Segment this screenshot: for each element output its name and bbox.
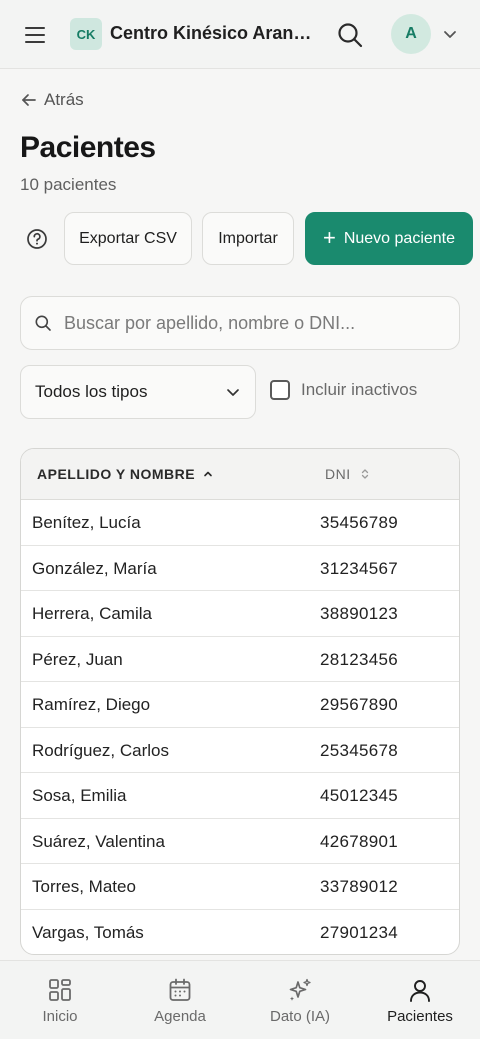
nav-label: Dato (IA) [269, 1008, 330, 1025]
bottom-navigation: Inicio Agenda Dato (IA) Pacientes [0, 960, 480, 1039]
patient-dni: 38890123 [320, 604, 399, 623]
user-avatar[interactable]: A [391, 14, 431, 54]
table-row[interactable]: Ramírez, Diego 29567890 [21, 682, 459, 728]
include-inactive-label: Incluir inactivos [301, 380, 418, 399]
calendar-icon [169, 978, 191, 1001]
table-row[interactable]: Suárez, Valentina 42678901 [21, 819, 459, 864]
back-link[interactable]: Atrás [20, 90, 84, 110]
nav-item-pacientes[interactable]: Pacientes [360, 961, 480, 1039]
import-button[interactable]: Importar [202, 212, 294, 265]
include-inactive-toggle[interactable]: Incluir inactivos [270, 380, 417, 400]
table-row[interactable]: Herrera, Camila 38890123 [21, 591, 459, 637]
patient-name: Herrera, Camila [32, 604, 152, 623]
nav-label: Agenda [154, 1008, 206, 1025]
table-row[interactable]: Vargas, Tomás 27901234 [21, 910, 459, 955]
export-csv-button[interactable]: Exportar CSV [64, 212, 192, 265]
patient-name: Torres, Mateo [32, 877, 136, 896]
search-box[interactable] [20, 296, 460, 350]
patient-dni: 27901234 [320, 922, 399, 942]
search-icon [35, 315, 51, 331]
help-icon[interactable] [26, 228, 48, 250]
sort-ascending-icon [204, 471, 212, 477]
grid-icon [49, 979, 71, 1001]
chevron-down-icon [227, 389, 239, 396]
table-row[interactable]: Sosa, Emilia 45012345 [21, 773, 459, 819]
chevron-down-icon[interactable] [440, 24, 460, 44]
patient-dni: 42678901 [320, 831, 399, 851]
nav-label: Inicio [42, 1008, 78, 1025]
patient-name: Vargas, Tomás [32, 922, 144, 942]
column-header-dni[interactable]: DNI [325, 466, 371, 482]
nav-item-dato-ia[interactable]: Dato (IA) [240, 961, 360, 1039]
column-header-dni-label: DNI [325, 466, 351, 482]
sort-icon [361, 469, 368, 479]
table-row[interactable]: Pérez, Juan 28123456 [21, 637, 459, 682]
hamburger-menu-icon[interactable] [18, 20, 54, 50]
plus-icon: + [322, 224, 336, 250]
patient-count: 10 pacientes [20, 175, 117, 194]
patient-dni: 31234567 [320, 558, 399, 578]
patient-name: Sosa, Emilia [32, 786, 127, 805]
patients-table: APELLIDO Y NOMBRE DNI Benítez, Lucía 3545… [20, 448, 460, 955]
clinic-logo: CK [70, 18, 102, 50]
table-row[interactable]: Rodríguez, Carlos 25345678 [21, 728, 459, 773]
patient-dni: 45012345 [320, 786, 399, 805]
new-patient-label: Nuevo paciente [343, 229, 456, 247]
include-inactive-checkbox[interactable] [270, 380, 290, 400]
patient-name: Suárez, Valentina [32, 831, 165, 851]
patient-name: Benítez, Lucía [32, 513, 141, 532]
table-row[interactable]: González, María 31234567 [21, 546, 459, 591]
new-patient-button[interactable]: + Nuevo paciente [305, 212, 473, 265]
type-filter-select[interactable]: Todos los tipos [20, 365, 256, 419]
top-app-bar: CK Centro Kinésico Aranguren A [0, 0, 480, 69]
patient-name: Ramírez, Diego [32, 695, 151, 714]
user-icon [410, 980, 430, 1002]
table-row[interactable]: Benítez, Lucía 35456789 [21, 500, 459, 546]
search-icon[interactable] [334, 19, 366, 51]
patient-dni: 28123456 [320, 649, 399, 669]
type-filter-value: Todos los tipos [35, 382, 148, 401]
table-header: APELLIDO Y NOMBRE DNI [21, 449, 459, 500]
nav-label: Pacientes [387, 1008, 453, 1025]
table-body: Benítez, Lucía 35456789 González, María 31… [21, 500, 459, 955]
patient-name: Pérez, Juan [32, 649, 123, 669]
nav-item-agenda[interactable]: Agenda [120, 961, 240, 1039]
patient-dni: 25345678 [320, 740, 399, 760]
search-input[interactable] [64, 312, 434, 334]
column-header-name[interactable]: APELLIDO Y NOMBRE [37, 466, 214, 482]
table-row[interactable]: Torres, Mateo 33789012 [21, 864, 459, 910]
column-header-name-label: APELLIDO Y NOMBRE [37, 466, 196, 482]
patient-dni: 29567890 [320, 695, 399, 714]
back-label: Atrás [44, 90, 84, 109]
patient-dni: 35456789 [320, 513, 399, 532]
patient-dni: 33789012 [320, 877, 399, 896]
arrow-left-icon [22, 94, 36, 106]
page-title: Pacientes [20, 131, 156, 164]
patient-name: González, María [32, 558, 157, 578]
patient-name: Rodríguez, Carlos [32, 740, 170, 760]
sparkles-icon [289, 978, 311, 1001]
clinic-name[interactable]: Centro Kinésico Aranguren [110, 23, 320, 44]
nav-item-inicio[interactable]: Inicio [0, 961, 120, 1039]
